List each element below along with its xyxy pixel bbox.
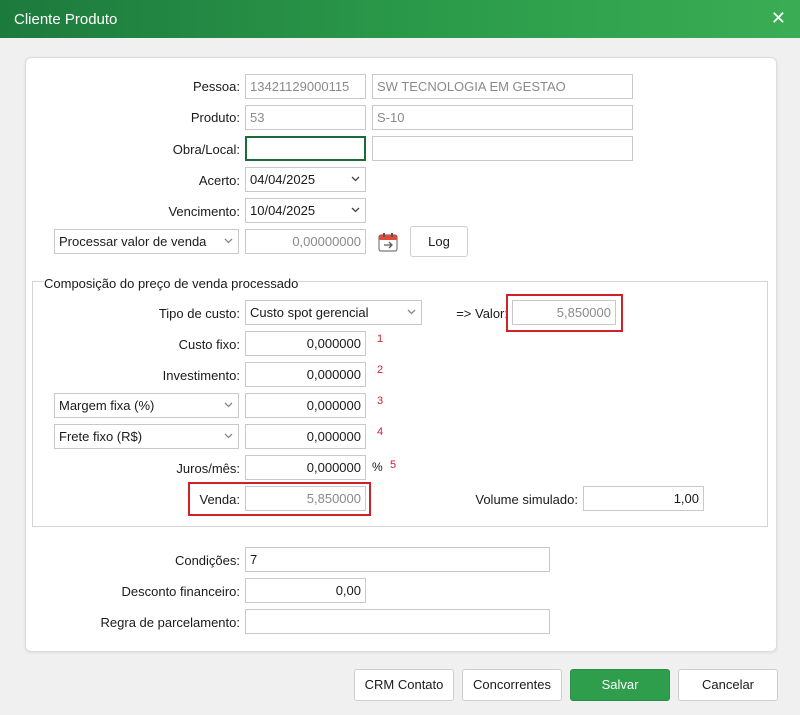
chevron-down-icon bbox=[224, 238, 233, 246]
vencimento-date-value: 10/04/2025 bbox=[250, 203, 316, 218]
obra-label: Obra/Local: bbox=[172, 142, 240, 157]
regra-label: Regra de parcelamento: bbox=[100, 615, 240, 630]
juros-unit: % bbox=[372, 460, 383, 474]
juros-label: Juros/mês: bbox=[176, 461, 240, 476]
valor-label: => Valor: bbox=[456, 306, 508, 321]
frete-field[interactable]: 0,000000 bbox=[245, 424, 366, 449]
crm-contato-button[interactable]: CRM Contato bbox=[354, 669, 454, 701]
tipo-custo-label: Tipo de custo: bbox=[158, 306, 240, 321]
window-title: Cliente Produto bbox=[14, 11, 118, 28]
concorrentes-button[interactable]: Concorrentes bbox=[462, 669, 562, 701]
volume-field[interactable]: 1,00 bbox=[583, 486, 704, 511]
frete-select[interactable]: Frete fixo (R$) bbox=[54, 424, 239, 449]
calendar-icon[interactable] bbox=[377, 231, 399, 253]
regra-field[interactable] bbox=[245, 609, 550, 634]
condicoes-label: Condições: bbox=[174, 553, 240, 568]
valor-highlight-box bbox=[506, 294, 623, 332]
acerto-date-value: 04/04/2025 bbox=[250, 172, 316, 187]
processar-value-field[interactable]: 0,00000000 bbox=[245, 229, 366, 254]
tipo-custo-value: Custo spot gerencial bbox=[250, 305, 369, 320]
pessoa-label: Pessoa: bbox=[193, 79, 240, 94]
acerto-date-select[interactable]: 04/04/2025 bbox=[245, 167, 366, 192]
marker-5: 5 bbox=[390, 459, 397, 471]
acerto-label: Acerto: bbox=[198, 173, 240, 188]
chevron-down-icon bbox=[407, 309, 416, 317]
obra-name-field[interactable] bbox=[372, 136, 633, 161]
marker-4: 4 bbox=[377, 426, 384, 438]
desconto-label: Desconto financeiro: bbox=[121, 584, 240, 599]
pessoa-code-field[interactable]: 13421129000115 bbox=[245, 74, 366, 99]
close-icon[interactable]: ✕ bbox=[771, 8, 786, 29]
processar-select-value: Processar valor de venda bbox=[59, 234, 207, 249]
cancelar-button[interactable]: Cancelar bbox=[678, 669, 778, 701]
margem-select-value: Margem fixa (%) bbox=[59, 398, 155, 413]
venda-highlight-box bbox=[188, 482, 371, 516]
custo-fixo-label: Custo fixo: bbox=[178, 337, 240, 352]
produto-name-field[interactable]: S-10 bbox=[372, 105, 633, 130]
log-button[interactable]: Log bbox=[410, 226, 468, 257]
juros-field[interactable]: 0,000000 bbox=[245, 455, 366, 480]
tipo-custo-select[interactable]: Custo spot gerencial bbox=[245, 300, 422, 325]
marker-1: 1 bbox=[377, 333, 384, 345]
chevron-down-icon bbox=[351, 207, 360, 215]
chevron-down-icon bbox=[224, 402, 233, 410]
produto-label: Produto: bbox=[190, 110, 240, 125]
processar-select[interactable]: Processar valor de venda bbox=[54, 229, 239, 254]
chevron-down-icon bbox=[224, 433, 233, 441]
investimento-label: Investimento: bbox=[162, 368, 240, 383]
condicoes-field[interactable]: 7 bbox=[245, 547, 550, 572]
salvar-button[interactable]: Salvar bbox=[570, 669, 670, 701]
investimento-field[interactable]: 0,000000 bbox=[245, 362, 366, 387]
custo-fixo-field[interactable]: 0,000000 bbox=[245, 331, 366, 356]
produto-code-field[interactable]: 53 bbox=[245, 105, 366, 130]
margem-field[interactable]: 0,000000 bbox=[245, 393, 366, 418]
vencimento-date-select[interactable]: 10/04/2025 bbox=[245, 198, 366, 223]
volume-label: Volume simulado: bbox=[475, 492, 578, 507]
pessoa-name-field[interactable]: SW TECNOLOGIA EM GESTAO bbox=[372, 74, 633, 99]
desconto-field[interactable]: 0,00 bbox=[245, 578, 366, 603]
obra-code-field[interactable] bbox=[245, 136, 366, 161]
chevron-down-icon bbox=[351, 176, 360, 184]
title-bar: Cliente Produto ✕ bbox=[0, 0, 800, 38]
margem-select[interactable]: Margem fixa (%) bbox=[54, 393, 239, 418]
marker-2: 2 bbox=[377, 364, 384, 376]
frete-select-value: Frete fixo (R$) bbox=[59, 429, 143, 444]
vencimento-label: Vencimento: bbox=[168, 204, 240, 219]
marker-3: 3 bbox=[377, 395, 384, 407]
composicao-title: Composição do preço de venda processado bbox=[44, 276, 299, 291]
